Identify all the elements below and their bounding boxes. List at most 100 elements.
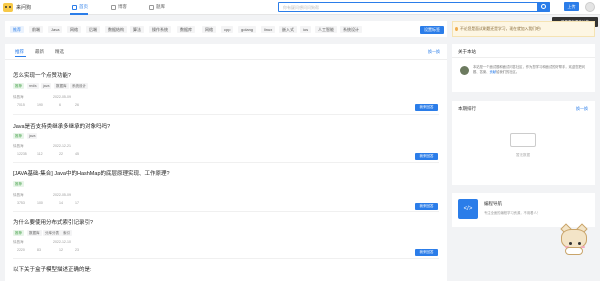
tag-recommend[interactable]: 推荐 (10, 26, 24, 33)
mascot-eye (578, 242, 581, 245)
search-button[interactable] (537, 2, 550, 12)
tag-item[interactable]: 网络 (67, 26, 81, 33)
logo-icon[interactable] (3, 3, 13, 12)
question-time: 2022-05-09 (53, 193, 71, 197)
tag-item[interactable]: 系统设计 (340, 26, 362, 33)
tag-item[interactable]: ios (300, 26, 312, 33)
refresh-button[interactable]: 换一换 (428, 49, 440, 55)
divider (13, 114, 439, 115)
about-text: 本站是一个面试题和面试问答社区，作为您学习和面试的好帮手，欢迎您把问题、答案、贡… (473, 65, 586, 74)
nav-active-indicator (70, 13, 88, 15)
answer-button[interactable]: 我来回答 (415, 249, 438, 256)
question-tag[interactable]: 推荐 (13, 133, 24, 139)
question-title[interactable]: [JAVA基础-集合] Java中的HashMap的底层原理实现、工作原理? (13, 169, 170, 177)
divider (5, 59, 447, 60)
tag-item[interactable]: 网络 (202, 26, 216, 33)
tag-item[interactable]: 后端 (86, 26, 100, 33)
tag-item[interactable]: 操作系统 (149, 26, 171, 33)
comment-count: 23 (75, 248, 79, 252)
tag-item[interactable]: 人工智能 (315, 26, 337, 33)
search-input[interactable]: 你有疑问想问问狗帮 (278, 2, 550, 12)
join-notice: 不论您是面试刷题还是学习，现在就加入我们吧! (452, 21, 595, 37)
tag-item[interactable]: 前端 (29, 26, 43, 33)
tag-item[interactable]: Java (48, 26, 63, 33)
question-tag[interactable]: 索引 (61, 230, 72, 236)
view-count: 2220 (17, 248, 25, 252)
divider (13, 162, 439, 163)
question-author[interactable]: 徐昌海 (13, 144, 24, 149)
mascot-eye (569, 242, 572, 245)
tag-item[interactable]: 嵌入式 (279, 26, 297, 33)
code-icon: </> (458, 199, 478, 219)
mascot-head (561, 229, 587, 249)
question-tag[interactable]: 系统设计 (70, 83, 88, 89)
divider (13, 258, 439, 259)
favorite-count: 12 (59, 248, 63, 252)
empty-text: 暂无数据 (516, 153, 530, 157)
question-tag[interactable]: 分库分表 (43, 230, 61, 236)
tag-item[interactable]: linux (261, 26, 276, 33)
answer-button[interactable]: 我来回答 (415, 203, 438, 210)
question-title[interactable]: 为什么要使用分布式索引记录引? (13, 218, 93, 226)
tag-item[interactable]: golang (238, 26, 257, 33)
top-navbar: 来问狗 首页 博客 题库 你有疑问想问问狗帮 上传 (0, 0, 600, 15)
question-tag[interactable]: 推荐 (13, 83, 24, 89)
question-time: 2022-05-09 (53, 95, 71, 99)
question-tag[interactable]: 推荐 (13, 181, 24, 187)
tag-item[interactable]: cpp (221, 26, 234, 33)
mascot-icon[interactable] (557, 223, 591, 255)
tag-manage-button[interactable]: 设置标签 (420, 26, 444, 34)
question-title[interactable]: Java是否支持类继承多继承的对象吗吗? (13, 122, 110, 130)
upload-button[interactable]: 上传 (564, 2, 579, 11)
question-bank-icon (149, 4, 154, 10)
view-count: 3753 (17, 201, 25, 205)
question-author[interactable]: 徐昌海 (13, 95, 24, 100)
tag-item[interactable]: 算法 (130, 26, 144, 33)
like-count: 100 (37, 201, 43, 205)
tab-latest[interactable]: 最新 (35, 49, 44, 55)
bulb-icon (455, 27, 458, 31)
card-title: 关于本站 (458, 49, 476, 54)
comment-count: 26 (75, 103, 79, 107)
answer-button[interactable]: 我来回答 (415, 104, 438, 111)
site-name[interactable]: 来问狗 (16, 4, 31, 11)
ranking-card: 本期排行 换一换 暂无数据 (452, 101, 595, 185)
ranking-refresh-button[interactable]: 换一换 (576, 106, 588, 112)
logo-eye-left (5, 6, 7, 8)
question-tag[interactable]: redis (27, 83, 39, 89)
tab-recommend[interactable]: 推荐 (15, 49, 24, 55)
comment-count: 17 (75, 201, 79, 205)
answer-button[interactable]: 我来回答 (415, 153, 438, 160)
question-tag[interactable]: java (27, 133, 38, 139)
question-tag[interactable]: 数据库 (27, 230, 42, 236)
divider (452, 57, 595, 58)
like-count: 112 (37, 152, 43, 156)
tab-active-indicator (15, 56, 26, 57)
question-tag[interactable]: 推荐 (13, 230, 24, 236)
comment-count: 45 (75, 152, 79, 156)
tag-item[interactable]: 数据结构 (105, 26, 127, 33)
avatar[interactable] (585, 2, 595, 12)
tag-item[interactable]: 数据库 (177, 26, 195, 33)
empty-box-icon (510, 133, 536, 147)
nav-home[interactable]: 首页 (72, 4, 88, 10)
nav-question-bank[interactable]: 题库 (149, 4, 165, 10)
nav-blog[interactable]: 博客 (111, 4, 127, 10)
question-title[interactable]: 以下关于盒子模型描述正确的是: (13, 265, 92, 273)
question-title[interactable]: 怎么实现一个点赞功能? (13, 71, 71, 79)
view-count: 7015 (17, 103, 25, 107)
question-author[interactable]: 徐昌海 (13, 240, 24, 245)
tab-featured[interactable]: 精选 (55, 49, 64, 55)
nav-home-label: 首页 (79, 4, 88, 9)
promo-title[interactable]: 编程导航 (484, 201, 502, 207)
question-tag[interactable]: 数据库 (54, 83, 69, 89)
divider (13, 211, 439, 212)
blog-icon (111, 4, 116, 10)
like-count: 190 (37, 103, 43, 107)
about-card: 关于本站 本站是一个面试题和面试问答社区，作为您学习和面试的好帮手，欢迎您把问题… (452, 44, 595, 92)
home-icon (72, 4, 77, 10)
question-tag[interactable]: java (41, 83, 52, 89)
question-author[interactable]: 徐昌海 (13, 193, 24, 198)
question-time: 2022-12-10 (53, 240, 71, 244)
promo-card[interactable]: </> 编程导航 专注全面的编程学习资源，不用看人！ (452, 193, 595, 227)
